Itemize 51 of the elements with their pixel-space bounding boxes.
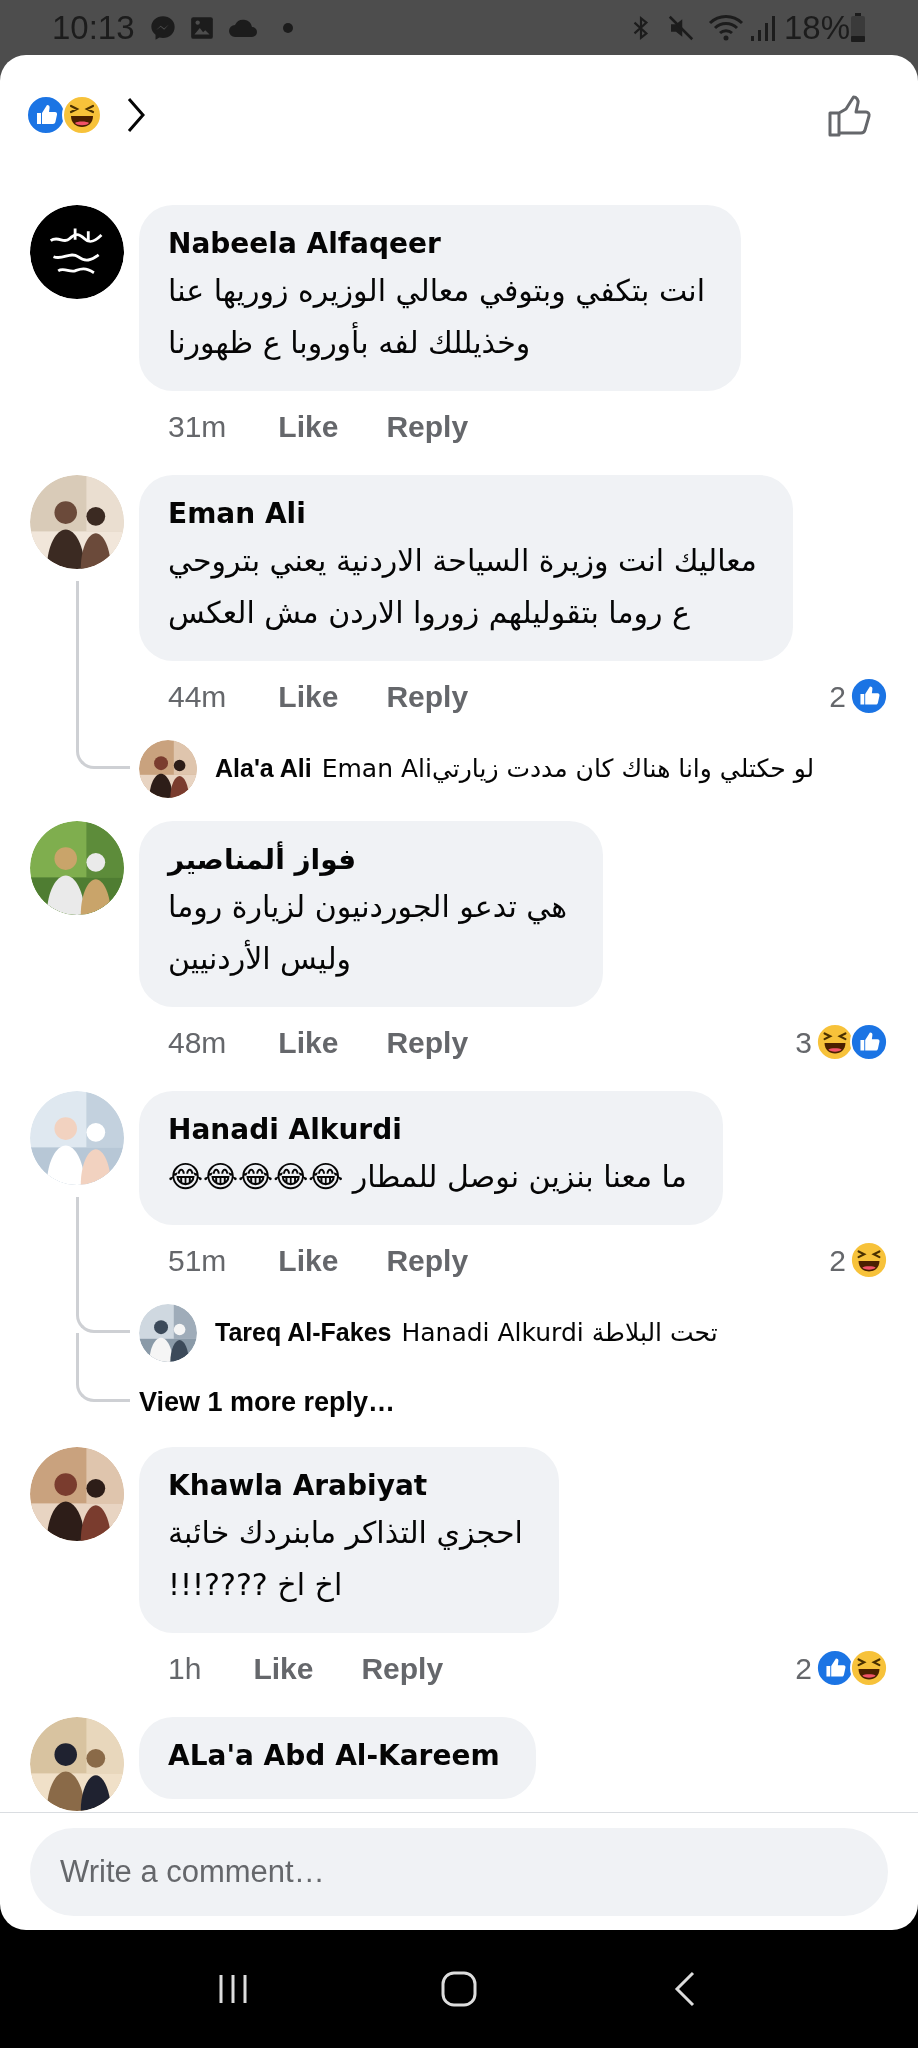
comment-author[interactable]: ALa'a Abd Al-Kareem: [168, 1735, 500, 1777]
comment-text: انت بتكفي وبتوفي معالي الوزيره زوريها عنا وخذيللك لفه بأوروبا ع ظهورنا: [168, 272, 706, 363]
comment-time: 51m: [168, 1242, 227, 1279]
battery-icon: [850, 12, 866, 43]
comment-text: معاليك انت وزيرة السياحة الاردنية يعني بتروحي ع روما بتقوليلهم زوروا الاردن مش العكس: [168, 542, 757, 633]
dot-icon: [282, 22, 293, 33]
comment-time: 31m: [168, 408, 227, 445]
comment-text: هي تدعو الجوردنيون لزيارة روما وليس الأردنيين: [168, 888, 568, 979]
laughing-reaction-icon: [850, 1241, 888, 1279]
like-link[interactable]: Like: [278, 403, 339, 449]
like-link[interactable]: Like: [278, 1237, 339, 1283]
reply-author[interactable]: Ala'a Ali: [215, 750, 312, 788]
home-icon[interactable]: [439, 1969, 479, 2009]
reply-link[interactable]: Reply: [361, 1645, 444, 1691]
reply-link[interactable]: Reply: [386, 673, 469, 719]
signal-icon: [749, 13, 776, 42]
reaction-count: 2: [829, 1242, 846, 1279]
comment-author[interactable]: Hanadi Alkurdi: [168, 1109, 687, 1151]
reply-text: Eman Aliلو حكتلي وانا هناك كان مددت زيارتي: [321, 753, 815, 786]
laughing-reaction-icon: [816, 1023, 854, 1061]
chat-bubble-icon: [148, 13, 177, 42]
like-reaction-icon: [816, 1649, 854, 1687]
reply-link[interactable]: Reply: [386, 1019, 469, 1065]
reaction-count: 2: [795, 1650, 812, 1687]
comment-author[interactable]: Eman Ali: [168, 493, 757, 535]
like-reaction-icon: [850, 1023, 888, 1061]
comment-text: ما معنا بنزين نوصل للمطار 😂😂😂😂😂: [168, 1158, 687, 1196]
laughing-reaction-icon: [850, 1649, 888, 1687]
like-link[interactable]: Like: [278, 1019, 339, 1065]
wifi-icon: [707, 12, 744, 43]
reaction-count: 3: [795, 1024, 812, 1061]
comment-time: 1h: [168, 1650, 202, 1687]
laughing-reaction-icon: [62, 95, 102, 135]
like-link[interactable]: Like: [278, 673, 339, 719]
reply-text: Hanadi Alkurdi تحت البلاطة: [401, 1317, 718, 1350]
comment-time: 48m: [168, 1024, 227, 1061]
reply-author[interactable]: Tareq Al-Fakes: [215, 1314, 392, 1352]
comment-time: 44m: [168, 678, 227, 715]
like-link[interactable]: Like: [253, 1645, 314, 1691]
reaction-count: 2: [829, 678, 846, 715]
image-icon: [188, 14, 215, 41]
reply-link[interactable]: Reply: [386, 403, 469, 449]
comment-author[interactable]: فواز ألمناصير: [168, 839, 568, 881]
comment-author[interactable]: Khawla Arabiyat: [168, 1465, 523, 1507]
comment-text: احجزي التذاكر مابنردك خائبة اخ اخ ????!!!: [168, 1514, 523, 1604]
view-more-replies-link[interactable]: View 1 more reply…: [139, 1381, 396, 1423]
like-reaction-icon: [26, 95, 66, 135]
comment-input[interactable]: Write a comment…: [30, 1827, 888, 1916]
like-reaction-icon: [850, 677, 888, 715]
reply-link[interactable]: Reply: [386, 1237, 469, 1283]
comment-author[interactable]: Nabeela Alfaqeer: [168, 223, 706, 265]
